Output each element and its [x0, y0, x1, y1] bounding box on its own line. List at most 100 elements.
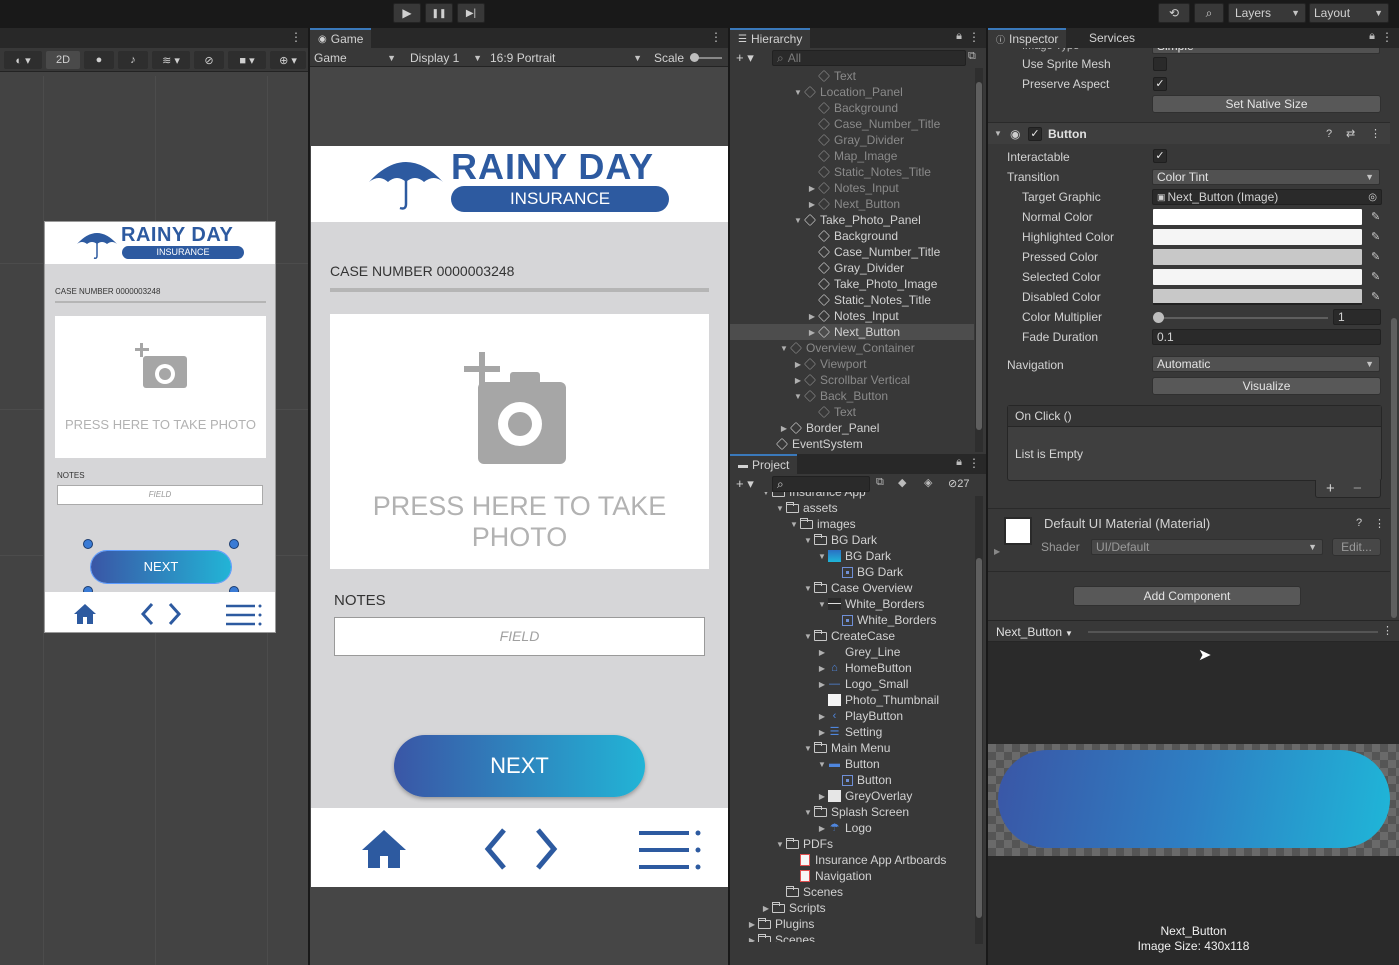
button-enabled-checkbox[interactable]: ✓ [1028, 127, 1042, 141]
project-folder[interactable]: ▼ Splash Screen [730, 804, 974, 820]
aspect-dropdown[interactable]: 16:9 Portrait ▼ [486, 49, 646, 66]
project-asset[interactable]: ▼ White_Borders [730, 596, 974, 612]
more-options-icon[interactable]: ⋮ [1381, 30, 1393, 44]
hierarchy-item[interactable]: ▼ Overview_Container [730, 340, 974, 356]
hierarchy-item[interactable]: Text [730, 404, 974, 420]
component-menu-icon[interactable]: ⋮ [1370, 127, 1381, 140]
fold-open-icon[interactable]: ▼ [816, 552, 828, 561]
fold-closed-icon[interactable]: ▶ [806, 184, 818, 193]
hidden-packages-toggle[interactable]: ⊘27 [948, 477, 969, 490]
hierarchy-scroll-thumb[interactable] [976, 82, 982, 430]
create-dropdown[interactable]: + ▾ [736, 476, 754, 492]
project-folder[interactable]: ▶ Plugins [730, 916, 974, 932]
hierarchy-scrollbar[interactable] [975, 68, 983, 452]
hierarchy-item[interactable]: ▶ Next_Button [730, 324, 974, 340]
fold-closed-icon[interactable]: ▶ [806, 312, 818, 321]
fold-open-icon[interactable]: ▼ [774, 840, 786, 849]
more-options-icon[interactable]: ⋮ [290, 30, 302, 44]
fold-open-icon[interactable]: ▼ [816, 600, 828, 609]
add-event-button[interactable]: + [1326, 480, 1335, 497]
color-multiplier-slider-handle[interactable] [1153, 312, 1164, 323]
more-options-icon[interactable]: ⋮ [968, 456, 980, 470]
tab-project[interactable]: ▬ Project [730, 454, 798, 474]
project-asset[interactable]: ▼ ▬ Button [730, 756, 974, 772]
rect-handle[interactable] [83, 539, 93, 549]
project-asset[interactable]: BG Dark [730, 564, 974, 580]
project-folder[interactable]: ▼ PDFs [730, 836, 974, 852]
hierarchy-item[interactable]: ▶ Next_Button [730, 196, 974, 212]
fold-closed-icon[interactable]: ▶ [806, 328, 818, 337]
project-asset[interactable]: ▶ Grey_Line [730, 644, 974, 660]
transition-dropdown[interactable]: Color Tint ▼ [1152, 169, 1380, 185]
project-folder[interactable]: ▼ Case Overview [730, 580, 974, 596]
hierarchy-item[interactable]: EventSystem [730, 436, 974, 452]
visualize-button[interactable]: Visualize [1152, 377, 1381, 395]
use-sprite-mesh-checkbox[interactable] [1153, 57, 1167, 71]
fold-closed-icon[interactable]: ▶ [792, 376, 804, 385]
fold-open-icon[interactable]: ▼ [760, 492, 772, 497]
hidden-objects-toggle[interactable]: ⊘ [194, 51, 224, 69]
fold-closed-icon[interactable]: ▶ [816, 664, 828, 673]
camera-dropdown[interactable]: ■ ▾ [228, 51, 266, 69]
game-view-dropdown[interactable]: Game ▼ [310, 49, 400, 66]
hierarchy-item[interactable]: Map_Image [730, 148, 974, 164]
project-asset[interactable]: Photo_Thumbnail [730, 692, 974, 708]
fold-open-icon[interactable]: ▼ [802, 744, 814, 753]
add-component-button[interactable]: Add Component [1073, 586, 1301, 606]
interactable-checkbox[interactable]: ✓ [1153, 149, 1167, 163]
fold-open-icon[interactable]: ▼ [778, 344, 790, 353]
eyedropper-icon[interactable]: ✎ [1371, 250, 1380, 263]
hierarchy-item[interactable]: Static_Notes_Title [730, 292, 974, 308]
project-folder[interactable]: ▼ assets [730, 500, 974, 516]
hierarchy-item[interactable]: ▶ Notes_Input [730, 180, 974, 196]
fold-open-icon[interactable]: ▼ [802, 808, 814, 817]
take-photo-button[interactable]: PRESS HERE TO TAKE PHOTO [330, 314, 709, 569]
fold-closed-icon[interactable]: ▶ [760, 904, 772, 913]
prev-next-icon[interactable] [482, 827, 560, 871]
target-graphic-field[interactable]: ▣ Next_Button (Image) ◎ [1152, 189, 1382, 205]
home-icon[interactable] [360, 828, 408, 870]
project-asset[interactable]: ▶ ⌂ HomeButton [730, 660, 974, 676]
project-search-input[interactable]: ⌕ [772, 476, 870, 492]
selected-color-swatch[interactable] [1153, 269, 1362, 285]
scale-control[interactable]: Scale [650, 49, 728, 66]
fold-arrow-icon[interactable]: ▼ [994, 129, 1002, 138]
scale-slider-handle[interactable] [690, 53, 699, 62]
project-asset[interactable]: Insurance App Artboards [730, 852, 974, 868]
hierarchy-item[interactable]: Gray_Divider [730, 132, 974, 148]
fold-open-icon[interactable]: ▼ [816, 760, 828, 769]
fold-closed-icon[interactable]: ▶ [746, 936, 758, 943]
fold-closed-icon[interactable]: ▶ [816, 648, 828, 657]
edit-shader-button[interactable]: Edit... [1332, 538, 1381, 556]
hierarchy-item[interactable]: ▶ Viewport [730, 356, 974, 372]
scene-view[interactable]: ⋮ ◐ ▾ 2D ● ♪ ≋ ▾ ⊘ ■ ▾ ⊕ ▾ RAINY DAY INS… [0, 28, 308, 965]
button-component-header[interactable]: ▼ ◉ ✓ Button ? ⇄ ⋮ [988, 122, 1390, 144]
navigation-dropdown[interactable]: Automatic ▼ [1152, 356, 1380, 372]
project-folder[interactable]: ▼ BG Dark [730, 532, 974, 548]
disabled-color-swatch[interactable] [1153, 289, 1362, 305]
fold-closed-icon[interactable]: ▶ [816, 680, 828, 689]
search-by-label-icon[interactable]: ◆ [898, 476, 906, 489]
fold-open-icon[interactable]: ▼ [802, 584, 814, 593]
fold-open-icon[interactable]: ▼ [792, 392, 804, 401]
play-button[interactable]: ▶ [393, 3, 421, 23]
fold-closed-icon[interactable]: ▶ [816, 728, 828, 737]
eyedropper-icon[interactable]: ✎ [1371, 290, 1380, 303]
fold-closed-icon[interactable]: ▶ [778, 424, 790, 433]
hierarchy-search-input[interactable]: ⌕ All [772, 50, 966, 66]
shading-mode-dropdown[interactable]: ◐ ▾ [4, 51, 42, 69]
next-button[interactable]: NEXT [394, 735, 645, 797]
preview-object-dropdown[interactable]: Next_Button ▼ [996, 625, 1073, 639]
create-dropdown[interactable]: + ▾ [736, 50, 754, 66]
fold-closed-icon[interactable]: ▶ [746, 920, 758, 929]
project-asset[interactable]: ▶ GreyOverlay [730, 788, 974, 804]
fold-open-icon[interactable]: ▼ [802, 536, 814, 545]
project-asset[interactable]: Button [730, 772, 974, 788]
project-scroll-thumb[interactable] [976, 558, 982, 918]
highlighted-color-swatch[interactable] [1153, 229, 1362, 245]
project-asset[interactable]: White_Borders [730, 612, 974, 628]
mode-2d-toggle[interactable]: 2D [46, 51, 80, 69]
project-folder[interactable]: ▶ Scenes [730, 932, 974, 942]
layers-dropdown[interactable]: Layers ▼ [1228, 3, 1306, 23]
audio-toggle[interactable]: ♪ [118, 51, 148, 69]
